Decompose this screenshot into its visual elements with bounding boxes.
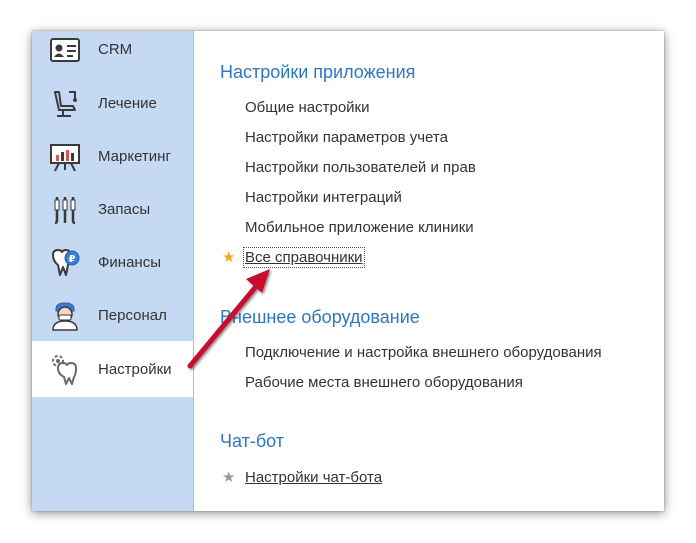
sidebar-item-label: CRM xyxy=(98,41,133,58)
tooth-ruble-icon: ₽ xyxy=(48,246,82,280)
settings-content: Настройки приложения Общие настройки Нас… xyxy=(194,31,664,511)
link-equipment-workplaces[interactable]: Рабочие места внешнего оборудования xyxy=(245,374,523,391)
sidebar-item-crm[interactable]: CRM xyxy=(32,31,193,76)
presentation-board-icon xyxy=(48,140,82,174)
tooth-gear-icon xyxy=(48,352,82,386)
sidebar-item-label: Персонал xyxy=(98,307,167,324)
sidebar-item-label: Финансы xyxy=(98,254,161,271)
id-card-icon xyxy=(48,33,82,67)
sidebar-item-stock[interactable]: Запасы xyxy=(32,183,193,236)
link-accounting-settings[interactable]: Настройки параметров учета xyxy=(245,129,448,146)
sidebar: CRM Лечение Маркетинг Запасы ₽ Финансы П… xyxy=(32,31,194,511)
link-chatbot-settings[interactable]: Настройки чат-бота xyxy=(245,469,382,486)
sidebar-item-label: Лечение xyxy=(98,95,157,112)
section-title-chatbot: Чат-бот xyxy=(220,431,285,451)
link-equipment-setup[interactable]: Подключение и настройка внешнего оборудо… xyxy=(245,344,602,361)
section-title-app-settings: Настройки приложения xyxy=(220,62,416,82)
settings-window: CRM Лечение Маркетинг Запасы ₽ Финансы П… xyxy=(32,31,664,511)
sidebar-item-label: Настройки xyxy=(98,360,172,378)
link-integration-settings[interactable]: Настройки интеграций xyxy=(245,189,402,206)
dental-chair-icon xyxy=(48,87,82,121)
sidebar-item-treatment[interactable]: Лечение xyxy=(32,77,193,130)
sidebar-item-label: Запасы xyxy=(98,201,151,218)
star-icon[interactable]: ★ xyxy=(222,250,235,265)
sidebar-item-settings[interactable]: Настройки xyxy=(32,341,193,397)
sidebar-item-marketing[interactable]: Маркетинг xyxy=(32,130,193,183)
section-title-external-equipment: Внешнее оборудование xyxy=(220,307,420,327)
link-general-settings[interactable]: Общие настройки xyxy=(245,99,370,116)
link-users-rights-settings[interactable]: Настройки пользователей и прав xyxy=(245,159,476,176)
doctor-icon xyxy=(48,299,82,333)
svg-text:₽: ₽ xyxy=(69,254,76,265)
dental-tools-icon xyxy=(48,193,82,227)
sidebar-item-staff[interactable]: Персонал xyxy=(32,289,193,342)
sidebar-item-label: Маркетинг xyxy=(98,148,171,165)
sidebar-item-finance[interactable]: ₽ Финансы xyxy=(32,236,193,289)
link-all-catalogs[interactable]: Все справочники xyxy=(243,247,365,268)
link-mobile-app[interactable]: Мобильное приложение клиники xyxy=(245,219,474,236)
star-icon[interactable]: ★ xyxy=(222,470,235,485)
